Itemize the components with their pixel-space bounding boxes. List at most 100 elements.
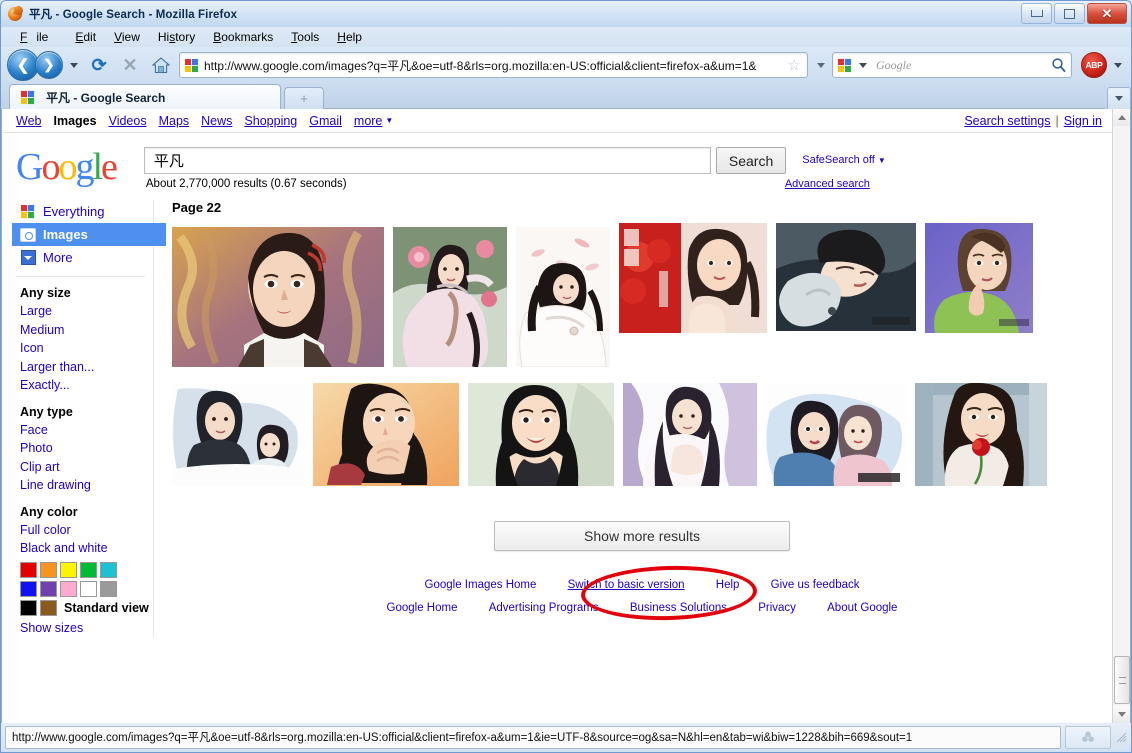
footer-link-advertising-programs[interactable]: Advertising Programs: [489, 602, 599, 614]
sidebar-item-more[interactable]: More: [16, 246, 153, 269]
scroll-up-arrow-icon[interactable]: [1113, 109, 1130, 126]
address-bar[interactable]: http://www.google.com/images?q=平凡&oe=utf…: [179, 52, 808, 78]
restore-button[interactable]: [1054, 3, 1085, 24]
thumbnail-image[interactable]: [313, 383, 459, 486]
filter-type-line-drawing[interactable]: Line drawing: [16, 476, 153, 495]
result-thumbnail[interactable]: [172, 223, 384, 371]
tab-google-search[interactable]: 平凡 - Google Search: [9, 84, 281, 109]
color-swatch-teal[interactable]: [100, 561, 117, 578]
footer-link-privacy[interactable]: Privacy: [758, 602, 796, 614]
result-thumbnail[interactable]: [172, 383, 304, 495]
result-thumbnail[interactable]: [915, 383, 1047, 495]
search-settings-link[interactable]: Search settings: [964, 114, 1050, 128]
menu-edit[interactable]: Edit: [66, 29, 105, 45]
menu-bookmarks[interactable]: Bookmarks: [204, 29, 282, 45]
page-vertical-scrollbar[interactable]: [1112, 109, 1130, 723]
toolbar-overflow-icon[interactable]: [1114, 62, 1122, 68]
search-input[interactable]: Google: [870, 58, 1051, 73]
gbar-link-images[interactable]: Images: [53, 114, 96, 128]
thumbnail-image[interactable]: [915, 383, 1047, 486]
query-input[interactable]: 平凡: [143, 147, 711, 174]
standard-view-label[interactable]: Standard view: [64, 601, 149, 615]
filter-color-black-and-white[interactable]: Black and white: [16, 539, 153, 558]
footer-link-give-us-feedback[interactable]: Give us feedback: [771, 579, 860, 591]
color-swatch-pink[interactable]: [60, 580, 77, 597]
result-thumbnail[interactable]: [313, 383, 459, 495]
result-thumbnail[interactable]: [925, 223, 1033, 371]
home-button[interactable]: [148, 52, 174, 78]
menu-file[interactable]: File: [11, 29, 66, 45]
footer-link-help[interactable]: Help: [716, 579, 740, 591]
gbar-link-gmail[interactable]: Gmail: [309, 114, 342, 128]
color-swatch-gray[interactable]: [100, 580, 117, 597]
filter-type-face[interactable]: Face: [16, 421, 153, 440]
gbar-link-maps[interactable]: Maps: [159, 114, 190, 128]
thumbnail-image[interactable]: [623, 383, 757, 486]
filter-size-larger-than[interactable]: Larger than...: [16, 358, 153, 377]
advanced-search-link[interactable]: Advanced search: [785, 178, 886, 190]
result-thumbnail[interactable]: [776, 223, 916, 371]
search-engine-dropdown-icon[interactable]: [859, 62, 867, 68]
gbar-link-news[interactable]: News: [201, 114, 232, 128]
filter-type-clip-art[interactable]: Clip art: [16, 458, 153, 477]
scroll-down-arrow-icon[interactable]: [1113, 706, 1130, 723]
color-swatch-green[interactable]: [80, 561, 97, 578]
thumbnail-image[interactable]: [172, 383, 304, 486]
result-thumbnail[interactable]: [468, 383, 614, 495]
color-swatch-purple[interactable]: [40, 580, 57, 597]
footer-link-business-solutions[interactable]: Business Solutions: [630, 602, 727, 614]
gbar-link-shopping[interactable]: Shopping: [244, 114, 297, 128]
menu-view[interactable]: View: [105, 29, 149, 45]
safesearch-dropdown[interactable]: SafeSearch off ▼: [802, 147, 886, 166]
bookmark-star-icon[interactable]: ☆: [788, 56, 801, 74]
sidebar-item-everything[interactable]: Everything: [16, 200, 153, 223]
sign-in-link[interactable]: Sign in: [1064, 114, 1102, 128]
resize-grip-icon[interactable]: [1115, 731, 1127, 743]
color-swatch-orange[interactable]: [40, 561, 57, 578]
result-thumbnail[interactable]: [623, 383, 757, 495]
result-thumbnail[interactable]: [516, 223, 610, 371]
gbar-more-menu[interactable]: more: [354, 114, 382, 128]
thumbnail-image[interactable]: [468, 383, 614, 486]
filter-color-full-color[interactable]: Full color: [16, 521, 153, 540]
adblock-plus-icon[interactable]: ABP: [1081, 52, 1107, 78]
thumbnail-image[interactable]: [619, 223, 767, 333]
show-sizes-link[interactable]: Show sizes: [16, 619, 153, 638]
scrollbar-thumb[interactable]: [1114, 656, 1130, 704]
footer-link-switch-to-basic-version[interactable]: Switch to basic version: [568, 579, 685, 591]
filter-type-photo[interactable]: Photo: [16, 439, 153, 458]
search-button[interactable]: Search: [715, 147, 787, 174]
autocomplete-dropdown-icon[interactable]: [817, 62, 825, 68]
color-swatch-yellow[interactable]: [60, 561, 77, 578]
thumbnail-image[interactable]: [776, 223, 916, 331]
search-icon[interactable]: [1051, 57, 1067, 73]
minimize-button[interactable]: [1021, 3, 1052, 24]
filter-size-large[interactable]: Large: [16, 302, 153, 321]
footer-link-google-images-home[interactable]: Google Images Home: [425, 579, 537, 591]
thumbnail-image[interactable]: [516, 227, 610, 367]
filter-size-exactly[interactable]: Exactly...: [16, 376, 153, 395]
new-tab-button[interactable]: +: [284, 87, 324, 109]
color-swatch-black[interactable]: [20, 599, 37, 616]
filter-size-icon[interactable]: Icon: [16, 339, 153, 358]
color-swatch-red[interactable]: [20, 561, 37, 578]
footer-link-google-home[interactable]: Google Home: [387, 602, 458, 614]
filter-size-medium[interactable]: Medium: [16, 321, 153, 340]
color-swatch-blue[interactable]: [20, 580, 37, 597]
gbar-link-videos[interactable]: Videos: [109, 114, 147, 128]
footer-link-about-google[interactable]: About Google: [827, 602, 897, 614]
google-logo[interactable]: Google: [16, 148, 118, 190]
thumbnail-image[interactable]: [393, 227, 507, 367]
reload-button[interactable]: ⟳: [86, 52, 112, 78]
status-extension-icon[interactable]: [1065, 725, 1111, 749]
list-all-tabs-button[interactable]: [1107, 87, 1131, 109]
forward-button[interactable]: ❯: [35, 51, 63, 79]
thumbnail-image[interactable]: [925, 223, 1033, 333]
browser-search-bar[interactable]: Google: [832, 52, 1072, 78]
menu-tools[interactable]: Tools: [282, 29, 328, 45]
back-history-dropdown-icon[interactable]: [70, 62, 78, 68]
thumbnail-image[interactable]: [172, 227, 384, 367]
result-thumbnail[interactable]: [619, 223, 767, 371]
menu-help[interactable]: Help: [328, 29, 371, 45]
result-thumbnail[interactable]: [766, 383, 906, 495]
